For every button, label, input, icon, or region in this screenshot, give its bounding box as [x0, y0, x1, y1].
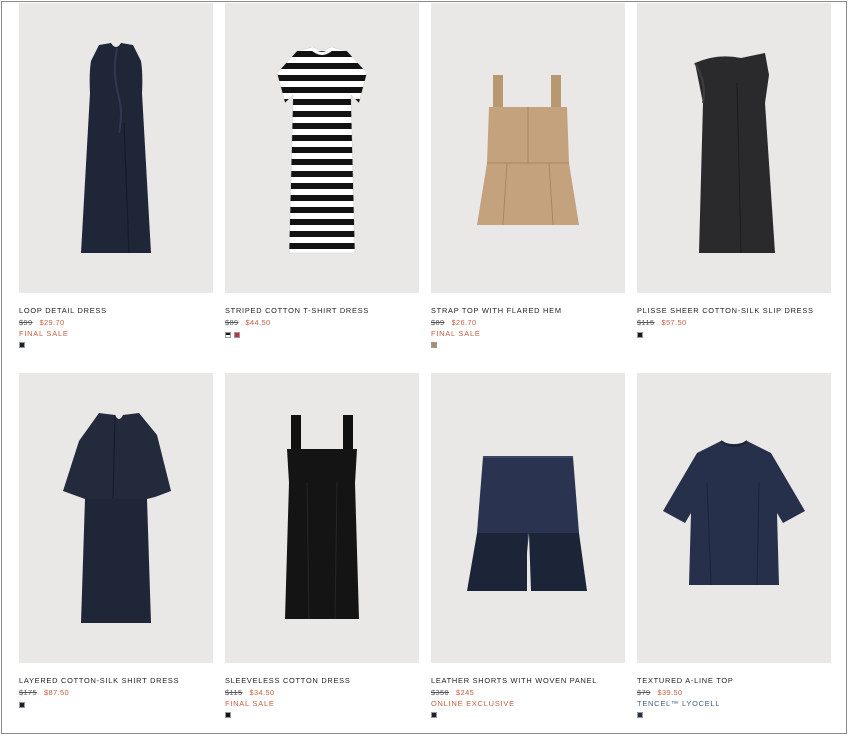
original-price: $89	[225, 318, 239, 327]
product-card[interactable]: TEXTURED A-LINE TOP $79 $39.50 TENCEL™ LY…	[637, 373, 831, 733]
color-swatch[interactable]	[225, 332, 231, 338]
color-swatch[interactable]	[19, 702, 25, 708]
product-image[interactable]	[19, 373, 213, 663]
product-card[interactable]: SLEEVELESS COTTON DRESS $115 $34.50 FINAL…	[225, 373, 419, 733]
sale-price: $39.50	[657, 688, 683, 697]
product-image[interactable]	[431, 373, 625, 663]
sale-price: $34.50	[249, 688, 275, 697]
product-name[interactable]: TEXTURED A-LINE TOP	[637, 676, 831, 686]
original-price: $115	[225, 688, 243, 697]
product-tag: FINAL SALE	[225, 699, 275, 708]
product-tag[interactable]: TENCEL™ LYOCELL	[637, 699, 831, 709]
product-name[interactable]: LAYERED COTTON-SILK SHIRT DRESS	[19, 676, 213, 686]
product-card[interactable]: LAYERED COTTON-SILK SHIRT DRESS $175 $87.…	[19, 373, 213, 733]
color-swatch[interactable]	[234, 332, 240, 338]
original-price: $99	[19, 318, 33, 327]
product-grid: LOOP DETAIL DRESS $99 $29.70 FINAL SALE	[19, 3, 831, 733]
product-name[interactable]: PLISSE SHEER COTTON-SILK SLIP DRESS	[637, 306, 831, 316]
product-name[interactable]: SLEEVELESS COTTON DRESS	[225, 676, 419, 686]
sale-price: $87.50	[44, 688, 70, 697]
product-tag: ONLINE EXCLUSIVE	[431, 699, 515, 708]
product-image[interactable]	[225, 3, 419, 293]
product-name[interactable]: STRAP TOP WITH FLARED HEM	[431, 306, 625, 316]
sale-price: $245	[456, 688, 475, 697]
product-image[interactable]	[637, 3, 831, 293]
product-image[interactable]	[431, 3, 625, 293]
sale-price: $29.70	[39, 318, 65, 327]
color-swatch[interactable]	[431, 342, 437, 348]
product-tag: FINAL SALE	[431, 329, 481, 338]
sale-price: $44.50	[245, 318, 271, 327]
original-price: $175	[19, 688, 38, 697]
original-price: $89	[431, 318, 445, 327]
product-name[interactable]: STRIPED COTTON T-SHIRT DRESS	[225, 306, 419, 316]
product-image[interactable]	[637, 373, 831, 663]
color-swatch[interactable]	[19, 342, 25, 348]
sale-price: $26.70	[451, 318, 477, 327]
product-image[interactable]	[19, 3, 213, 293]
color-swatch[interactable]	[637, 712, 643, 718]
color-swatch[interactable]	[637, 332, 643, 338]
color-swatch[interactable]	[431, 712, 437, 718]
sale-price: $57.50	[661, 318, 687, 327]
original-price: $350	[431, 688, 450, 697]
product-card[interactable]: STRIPED COTTON T-SHIRT DRESS $89 $44.50	[225, 3, 419, 373]
product-card[interactable]: STRAP TOP WITH FLARED HEM $89 $26.70 FINA…	[431, 3, 625, 373]
product-card[interactable]: PLISSE SHEER COTTON-SILK SLIP DRESS $115…	[637, 3, 831, 373]
product-card[interactable]: LOOP DETAIL DRESS $99 $29.70 FINAL SALE	[19, 3, 213, 373]
product-name[interactable]: LEATHER SHORTS WITH WOVEN PANEL	[431, 676, 625, 686]
color-swatch[interactable]	[225, 712, 231, 718]
product-name[interactable]: LOOP DETAIL DRESS	[19, 306, 213, 316]
product-tag: FINAL SALE	[19, 329, 69, 338]
product-card[interactable]: LEATHER SHORTS WITH WOVEN PANEL $350 $245…	[431, 373, 625, 733]
product-image[interactable]	[225, 373, 419, 663]
original-price: $115	[637, 318, 655, 327]
original-price: $79	[637, 688, 651, 697]
